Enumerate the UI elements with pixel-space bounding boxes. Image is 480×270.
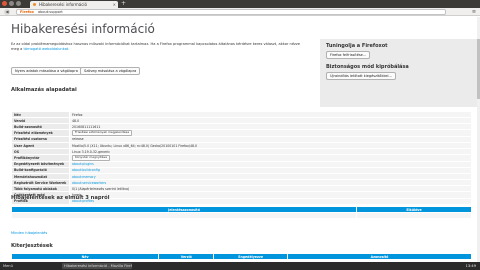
tab-title: Hiba­keresési információ — [39, 2, 87, 7]
navigation-bar: ◀ Firefox about:support ≡ — [0, 8, 480, 16]
app-basics-heading: Alkalmazás alapadatai — [11, 87, 77, 93]
extensions-heading: Kiterjesztések — [11, 243, 53, 249]
clock: 13:49 — [465, 264, 476, 268]
about-page-link[interactable]: about:buildconfig — [72, 168, 100, 172]
about-page-link[interactable]: about:serviceworkers — [72, 181, 106, 185]
row-action-button[interactable]: Frissítési előzmények megjelenítése — [72, 130, 133, 136]
url-bar[interactable]: Firefox about:support — [16, 9, 446, 15]
sidebar-box: Tuningolja a Firefoxot Firefox felfrissí… — [320, 39, 480, 107]
page-title: Hibakeresési információ — [11, 22, 155, 36]
page-content: Hibakeresési információ Ez az oldal prob… — [0, 17, 480, 262]
start-menu-button[interactable]: Menü — [3, 263, 13, 269]
app-basics-table: Név Firefox Verzió 48.0 Build-azonosító 20160… — [11, 110, 472, 205]
window-controls — [2, 1, 21, 6]
table-row — [11, 212, 472, 219]
version-column-header: Verzió — [158, 253, 215, 260]
url-text: about:support — [38, 10, 63, 14]
support-link[interactable]: támogató weboldalunkat. — [23, 47, 69, 51]
tab-close-icon[interactable]: × — [113, 1, 116, 8]
row-value: about:profiles — [69, 197, 472, 205]
taskbar: Menü Hibakeresési információ - Mozilla F… — [0, 262, 480, 270]
safe-mode-heading: Biztonságos mód kipróbálása — [326, 64, 409, 70]
minimize-window-icon[interactable] — [9, 1, 14, 6]
new-tab-button[interactable]: + — [121, 1, 127, 7]
row-value-text: release — [72, 137, 84, 142]
about-page-link[interactable]: about:plugins — [72, 162, 94, 166]
crash-reports-table: Jelentésazonosító Elküldve — [11, 206, 472, 219]
row-value-text: 20160811111611 — [72, 124, 101, 129]
intro-paragraph: Ez az oldal problémamegoldáshoz hasznos … — [11, 42, 307, 52]
taskbar-app-firefox[interactable]: Hibakeresési információ - Mozilla Firefo… — [62, 263, 132, 269]
row-action-button[interactable]: Könyvtár megnyitása — [72, 155, 110, 161]
close-window-icon[interactable] — [2, 1, 7, 6]
row-value-text: 48.0 — [72, 118, 80, 123]
extensions-table: Név Verzió Engedélyezve Azonosító — [10, 253, 473, 260]
browser-tab[interactable]: Hiba­keresési információ × — [30, 1, 118, 8]
title-bar: Hiba­keresési információ × + — [0, 0, 480, 8]
hamburger-menu-icon[interactable]: ≡ — [471, 9, 477, 15]
row-value-text: Linux 3.19.0-32-generic — [72, 149, 111, 154]
crash-reports-heading: Hibajelentések az elmúlt 3 napról — [11, 195, 110, 201]
row-value-text: Mozilla/5.0 (X11; Ubuntu; Linux x86_64; … — [72, 143, 198, 148]
row-value-text: Firefox — [72, 112, 83, 117]
back-arrow-icon[interactable]: ◀ — [4, 9, 10, 15]
enabled-column-header: Engedélyezve — [213, 253, 288, 260]
maximize-window-icon[interactable] — [16, 1, 21, 6]
about-page-link[interactable]: about:memory — [72, 175, 96, 179]
tune-heading: Tuningolja a Firefoxot — [326, 43, 388, 49]
identity-label: Firefox — [20, 10, 34, 14]
restart-addons-disabled-button[interactable]: Újraindítás letiltott kiegészítőkkel… — [326, 72, 396, 80]
id-column-header: Azonosító — [286, 253, 473, 260]
refresh-firefox-button[interactable]: Firefox felfrissítése… — [326, 51, 371, 59]
copy-text-button[interactable]: Szöveg másolása a vágólapra — [80, 67, 141, 75]
all-crash-reports-link[interactable]: Minden hibajelentés — [11, 231, 47, 235]
name-column-header: Név — [10, 253, 160, 260]
copy-raw-data-button[interactable]: Nyers adatok másolása a vágólapra — [11, 67, 82, 75]
firefox-icon — [33, 3, 36, 6]
row-value-text: 0/1 (Alapértelmezés szerint letiltva) — [72, 186, 130, 191]
